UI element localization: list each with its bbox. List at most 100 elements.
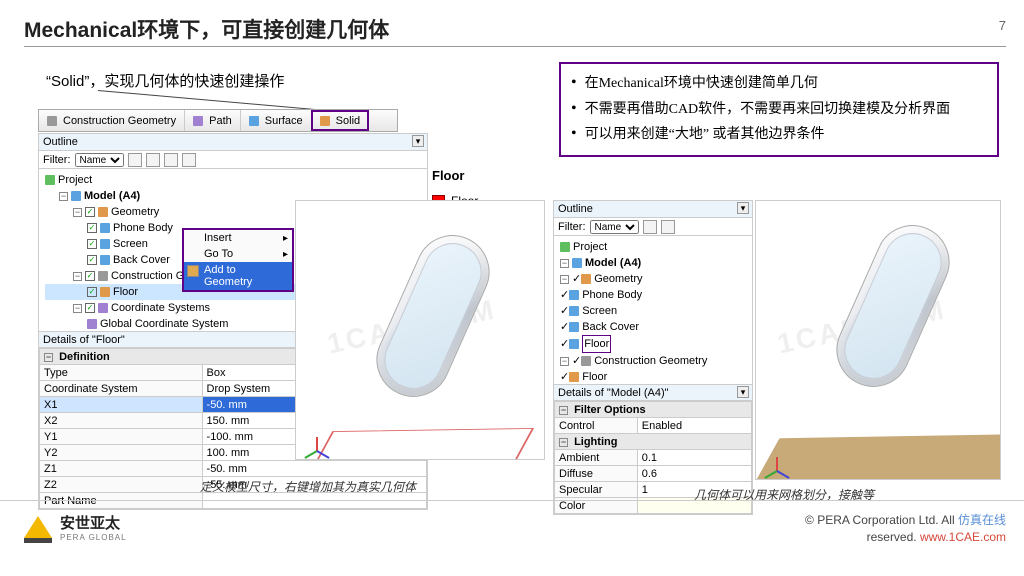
filter-select-r[interactable]: Name	[590, 220, 639, 234]
details-title-r: Details of "Model (A4)"	[558, 387, 669, 399]
filter-btn-3[interactable]	[164, 153, 178, 167]
tree-model[interactable]: −Model (A4)	[560, 255, 748, 271]
body-icon	[569, 290, 579, 300]
check-icon[interactable]: ✓	[87, 287, 97, 297]
brand-en: PERA GLOBAL	[60, 533, 127, 542]
construction-geometry-button[interactable]: Construction Geometry	[39, 110, 185, 131]
model-icon	[572, 258, 582, 268]
filter-label-r: Filter:	[558, 221, 586, 233]
check-icon[interactable]: ✓	[560, 289, 569, 301]
bullet-1: 在Mechanical环境中快速创建简单几何	[571, 70, 987, 96]
row-diffuse[interactable]: Diffuse0.6	[555, 466, 752, 482]
footer-right: © PERA Corporation Ltd. All 仿真在线 reserve…	[805, 512, 1006, 546]
body-icon	[569, 306, 579, 316]
bullet-2: 不需要再借助CAD软件，不需要再来回切换建模及分析界面	[571, 96, 987, 122]
minus-icon[interactable]: −	[559, 438, 568, 447]
row-control[interactable]: ControlEnabled	[555, 418, 752, 434]
details-header-r: Details of "Model (A4)" ▾	[554, 384, 752, 401]
check-icon[interactable]: ✓	[560, 371, 569, 383]
title-rule	[24, 46, 1006, 47]
solid-button[interactable]: Solid	[311, 110, 369, 131]
minus-icon[interactable]: −	[560, 357, 569, 366]
tree-phone-body[interactable]: ✓Phone Body	[560, 287, 748, 303]
surface-label: Surface	[265, 115, 303, 127]
viewport-right[interactable]: 1CAE.COM	[755, 200, 1001, 480]
viewport-left[interactable]: 1CAE.COM	[295, 200, 545, 460]
cs-icon	[87, 319, 97, 329]
filter-row-r: Filter: Name	[554, 218, 752, 236]
check-icon[interactable]: ✓	[85, 271, 95, 281]
overlay-fz-b: 在线	[982, 513, 1006, 527]
minus-icon[interactable]: −	[559, 406, 568, 415]
outline-dropdown-icon[interactable]: ▾	[412, 135, 424, 147]
filter-btn-4[interactable]	[182, 153, 196, 167]
check-icon[interactable]: ✓	[572, 355, 581, 367]
tree-project[interactable]: Project	[560, 239, 748, 255]
menu-add-to-geometry[interactable]: Add to Geometry	[184, 262, 292, 290]
surface-icon	[249, 116, 259, 126]
minus-icon[interactable]: −	[73, 304, 82, 313]
tree-floor[interactable]: ✓Floor	[560, 335, 748, 353]
check-icon[interactable]: ✓	[87, 223, 97, 233]
geometry-icon	[98, 207, 108, 217]
cg-icon	[98, 271, 108, 281]
path-icon	[193, 116, 203, 126]
check-icon[interactable]: ✓	[572, 273, 581, 285]
filter-btn-2[interactable]	[146, 153, 160, 167]
project-icon	[560, 242, 570, 252]
right-outline-panel: Outline ▾ Filter: Name Project −Model (A…	[553, 200, 753, 515]
check-icon[interactable]: ✓	[85, 207, 95, 217]
details-dropdown-icon[interactable]: ▾	[737, 386, 749, 398]
check-icon[interactable]: ✓	[87, 239, 97, 249]
brand-cn: 安世亚太	[60, 512, 127, 533]
chevron-right-icon: ▸	[283, 249, 288, 260]
tree-project[interactable]: Project	[45, 172, 423, 188]
tree-geometry[interactable]: −✓Geometry	[560, 271, 748, 287]
caption-left: 定义模型尺寸，右键增加其为真实几何体	[200, 478, 416, 495]
check-icon[interactable]: ✓	[560, 338, 569, 350]
filter-btn-1[interactable]	[643, 220, 657, 234]
outline-label: Outline	[43, 136, 78, 148]
tree-construction-geom[interactable]: −✓Construction Geometry	[560, 353, 748, 369]
minus-icon[interactable]: −	[560, 275, 569, 284]
filter-label: Filter:	[43, 154, 71, 166]
surface-button[interactable]: Surface	[241, 110, 312, 131]
path-button[interactable]: Path	[185, 110, 241, 131]
overlay-fz-a: 仿真	[958, 513, 982, 527]
minus-icon[interactable]: −	[560, 259, 569, 268]
menu-insert[interactable]: Insert▸	[184, 230, 292, 246]
view-triad	[764, 445, 790, 471]
minus-icon[interactable]: −	[44, 353, 53, 362]
copyright-2a: reserved.	[867, 530, 917, 544]
check-icon[interactable]: ✓	[85, 303, 95, 313]
minus-icon[interactable]: −	[73, 208, 82, 217]
view-triad	[304, 425, 330, 451]
cg-icon	[581, 356, 591, 366]
check-icon[interactable]: ✓	[87, 255, 97, 265]
body-icon	[100, 255, 110, 265]
filter-btn-1[interactable]	[128, 153, 142, 167]
check-icon[interactable]: ✓	[560, 321, 569, 333]
project-icon	[45, 175, 55, 185]
check-icon[interactable]: ✓	[560, 305, 569, 317]
cg-label: Construction Geometry	[63, 115, 176, 127]
brand-logo: 安世亚太 PERA GLOBAL	[24, 512, 127, 542]
outline-dropdown-icon[interactable]: ▾	[737, 202, 749, 214]
filter-btn-2[interactable]	[661, 220, 675, 234]
chevron-right-icon: ▸	[283, 233, 288, 244]
minus-icon[interactable]: −	[59, 192, 68, 201]
footer-rule	[0, 500, 1024, 501]
path-label: Path	[209, 115, 232, 127]
tree-floor2[interactable]: ✓Floor	[560, 369, 748, 385]
overlay-url: www.1CAE.com	[920, 530, 1006, 544]
menu-goto[interactable]: Go To▸	[184, 246, 292, 262]
scene-title-floor: Floor	[432, 168, 465, 183]
tree-back-cover[interactable]: ✓Back Cover	[560, 319, 748, 335]
filter-select[interactable]: Name	[75, 153, 124, 167]
row-z1[interactable]: Z1-50. mm	[40, 461, 427, 477]
minus-icon[interactable]: −	[73, 272, 82, 281]
row-ambient[interactable]: Ambient0.1	[555, 450, 752, 466]
outline-tree-r[interactable]: Project −Model (A4) −✓Geometry ✓Phone Bo…	[554, 236, 752, 384]
tree-screen[interactable]: ✓Screen	[560, 303, 748, 319]
outline-label-r: Outline	[558, 203, 593, 215]
